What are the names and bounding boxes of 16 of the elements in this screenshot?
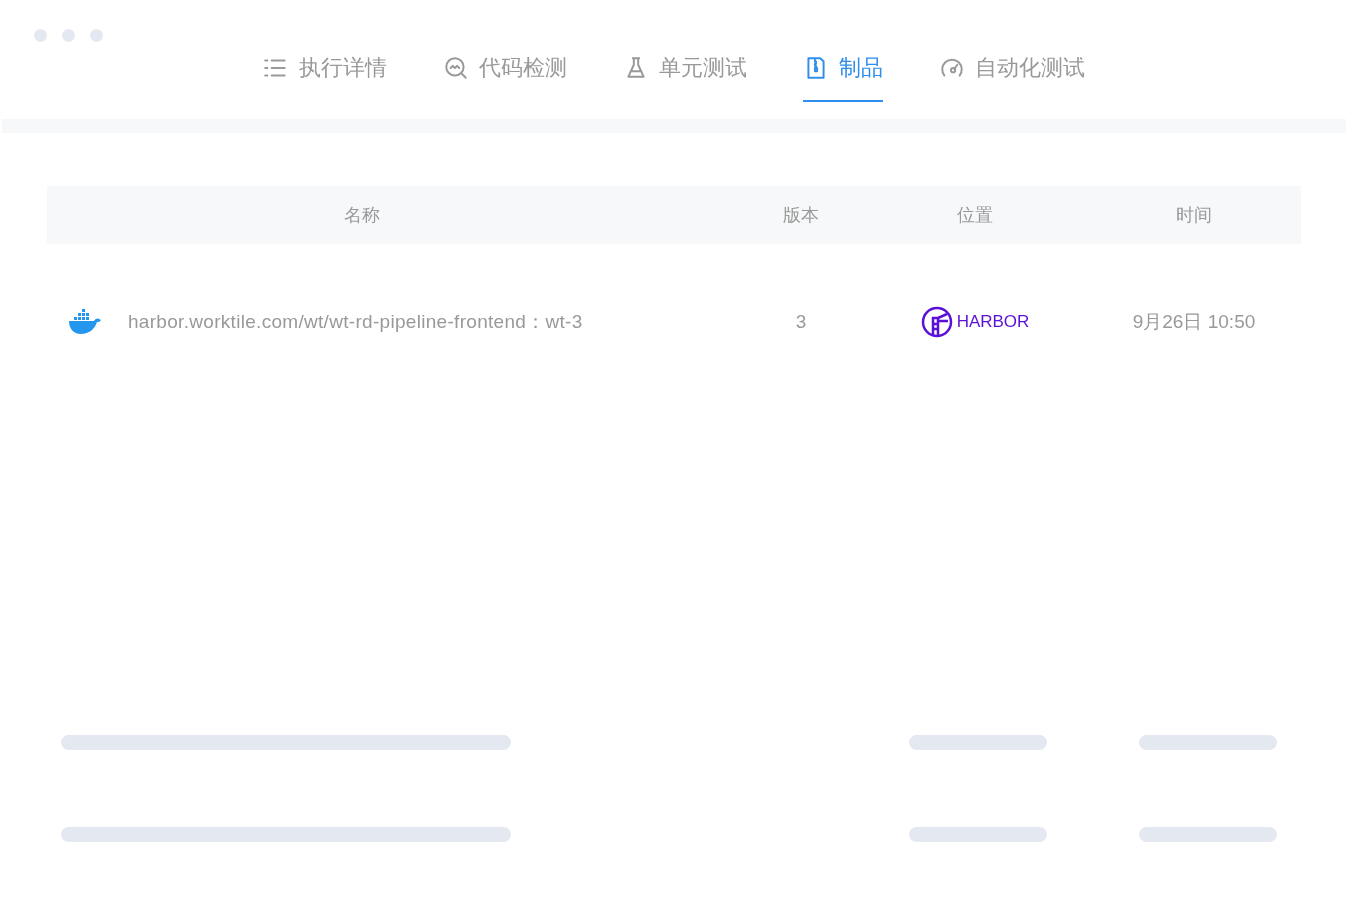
whale-icon bbox=[68, 309, 102, 335]
tab[interactable]: 制品 bbox=[803, 51, 883, 102]
table-cell-text: 3 bbox=[794, 309, 808, 334]
tab[interactable]: 单元测试 bbox=[623, 51, 747, 102]
lighthouse-icon bbox=[920, 306, 953, 338]
column-header: 位置 bbox=[956, 203, 994, 227]
magnifier-icon bbox=[443, 54, 469, 81]
table-cell-text: 9月26日 10:50 bbox=[1131, 309, 1257, 334]
tab[interactable]: 执行详情 bbox=[263, 51, 387, 102]
tab[interactable]: 代码检测 bbox=[443, 51, 567, 102]
tab[interactable]: 自动化测试 bbox=[939, 51, 1085, 102]
artifact-name: harbor.worktile.com/wt/wt-rd-pipeline-frontend：wt-3 bbox=[128, 309, 583, 334]
harbor-logo-text: HARBOR bbox=[956, 311, 1030, 334]
column-header: 时间 bbox=[1175, 203, 1213, 227]
column-header: 名称 bbox=[342, 203, 381, 227]
column-header: 版本 bbox=[782, 203, 820, 227]
